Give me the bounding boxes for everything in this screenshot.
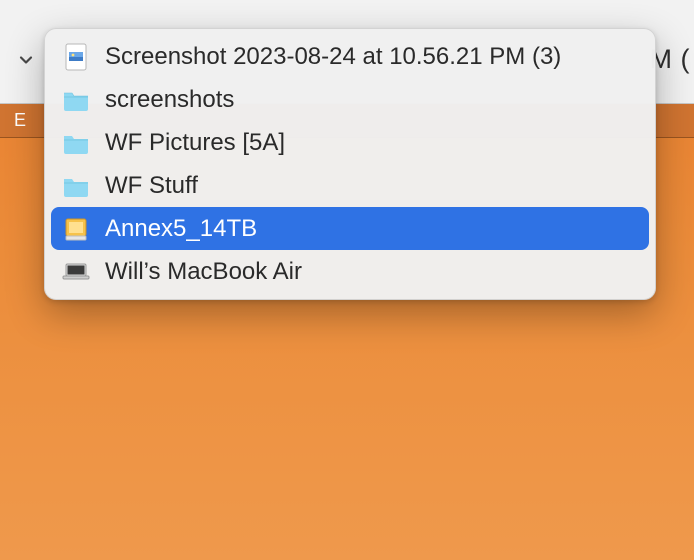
- menu-item-computer[interactable]: Will’s MacBook Air: [51, 250, 649, 293]
- menu-item-folder[interactable]: screenshots: [51, 78, 649, 121]
- folder-icon: [61, 85, 91, 115]
- menu-item-folder[interactable]: WF Stuff: [51, 164, 649, 207]
- image-file-icon: [61, 42, 91, 72]
- path-dropdown-menu: Screenshot 2023-08-24 at 10.56.21 PM (3)…: [44, 28, 656, 300]
- menu-item-label: screenshots: [105, 86, 639, 114]
- folder-icon: [61, 128, 91, 158]
- chevron-down-icon: [18, 52, 34, 68]
- folder-icon: [61, 171, 91, 201]
- desktop-background: M ( E Screenshot 2023-08-24 at 10.56.21 …: [0, 0, 694, 560]
- menu-item-file[interactable]: Screenshot 2023-08-24 at 10.56.21 PM (3): [51, 35, 649, 78]
- menu-item-folder[interactable]: WF Pictures [5A]: [51, 121, 649, 164]
- path-dropdown-trigger[interactable]: [14, 48, 38, 72]
- menu-item-label: WF Stuff: [105, 172, 639, 200]
- menu-item-label: Annex5_14TB: [105, 215, 639, 243]
- menu-item-label: WF Pictures [5A]: [105, 129, 639, 157]
- tab-label-fragment: E: [0, 104, 40, 137]
- external-disk-icon: [61, 214, 91, 244]
- menu-item-label: Will’s MacBook Air: [105, 258, 639, 286]
- menu-item-label: Screenshot 2023-08-24 at 10.56.21 PM (3): [105, 43, 639, 71]
- menu-item-disk[interactable]: Annex5_14TB: [51, 207, 649, 250]
- laptop-icon: [61, 257, 91, 287]
